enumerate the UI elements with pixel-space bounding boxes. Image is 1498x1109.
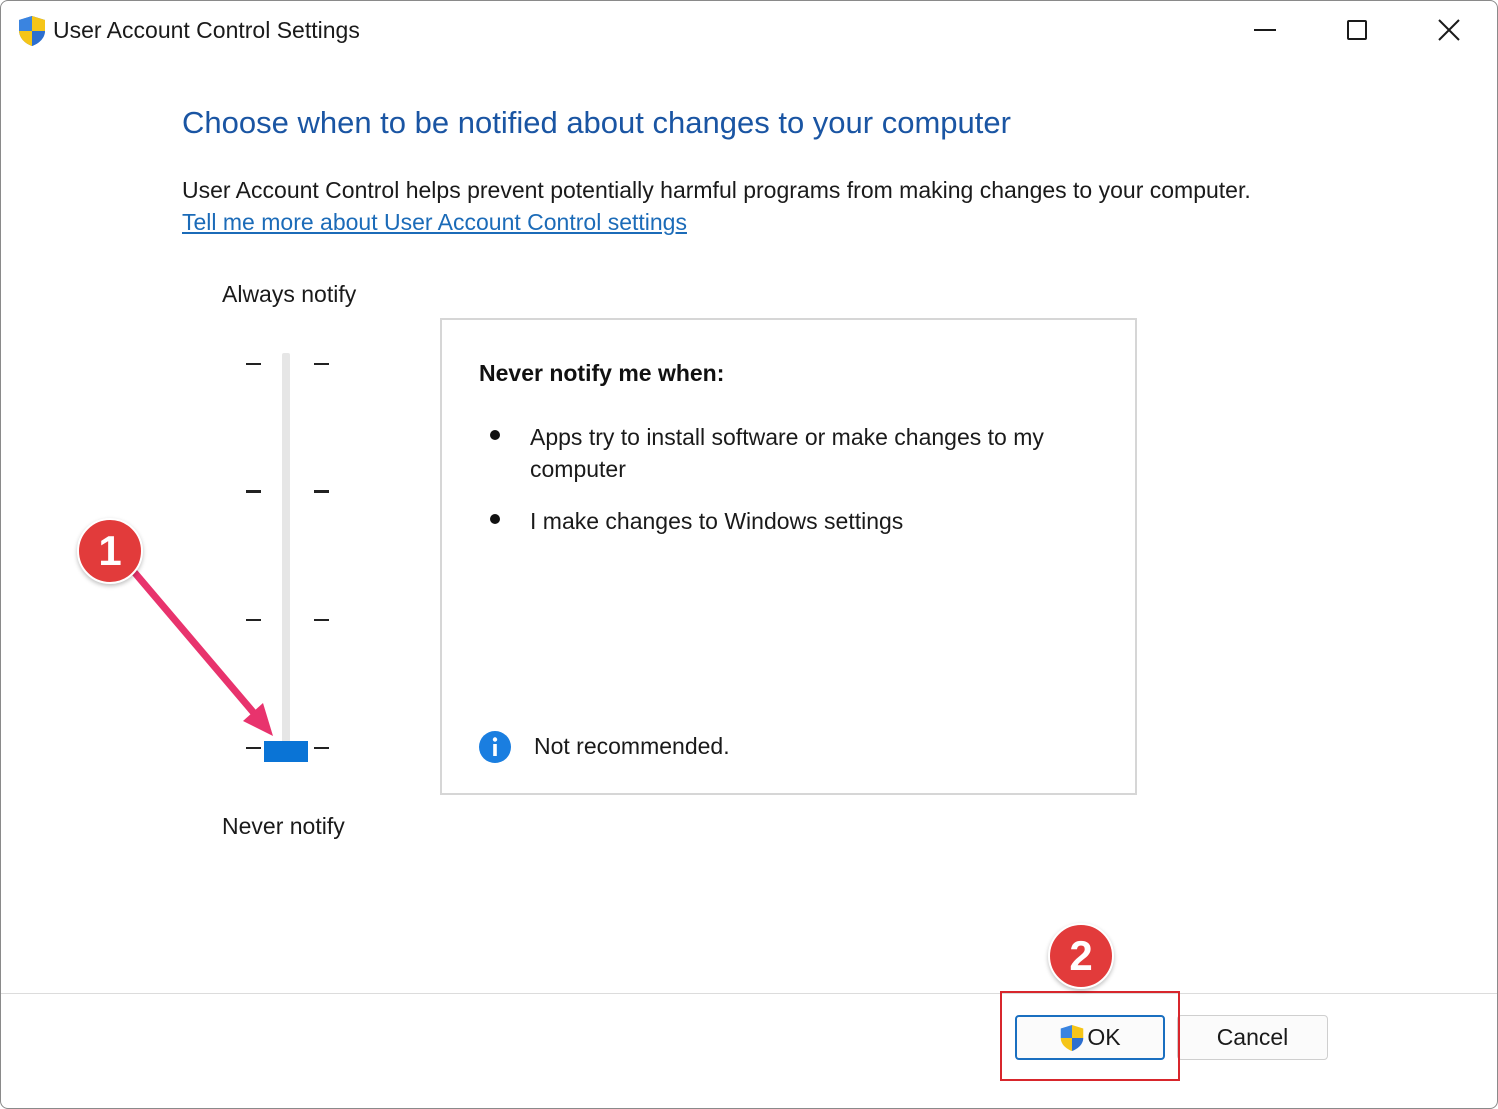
slider-track[interactable] <box>282 353 290 751</box>
page-heading: Choose when to be notified about changes… <box>182 105 1011 140</box>
slider-bottom-label: Never notify <box>222 813 345 839</box>
bullet-icon <box>490 430 500 440</box>
slider-thumb[interactable] <box>264 741 308 762</box>
slider-tick-right <box>314 619 329 621</box>
cancel-button[interactable]: Cancel <box>1177 1015 1328 1060</box>
slider-tick-right <box>314 363 329 365</box>
slider-tick-left <box>246 619 261 621</box>
maximize-icon <box>1347 20 1367 40</box>
bullet-item: Apps try to install software or make cha… <box>530 424 1044 482</box>
ok-button-label: OK <box>1087 1024 1121 1050</box>
uac-shield-icon <box>1061 1024 1084 1051</box>
uac-shield-icon <box>19 16 45 46</box>
panel-heading: Never notify me when: <box>479 360 725 386</box>
slider-tick-right <box>314 490 329 493</box>
cancel-button-label: Cancel <box>1216 1024 1289 1050</box>
minimize-icon <box>1254 29 1276 31</box>
level-description-panel: Never notify me when: Apps try to instal… <box>440 318 1137 795</box>
bullet-item: I make changes to Windows settings <box>530 508 904 534</box>
uac-help-link[interactable]: Tell me more about User Account Control … <box>182 209 687 236</box>
slider-tick-right <box>314 747 329 749</box>
footer-divider <box>1 993 1497 994</box>
bullet-icon <box>490 514 500 524</box>
maximize-button[interactable] <box>1311 1 1403 59</box>
notification-level-slider[interactable] <box>231 341 351 781</box>
recommendation-text: Not recommended. <box>534 733 730 759</box>
window-title: User Account Control Settings <box>53 17 360 43</box>
slider-tick-left <box>246 363 261 365</box>
slider-tick-left <box>246 747 261 749</box>
slider-top-label: Always notify <box>222 281 357 307</box>
uac-settings-window: User Account Control Settings Choose whe… <box>0 0 1498 1109</box>
annotation-badge-1: 1 <box>77 518 143 584</box>
description-text: User Account Control helps prevent poten… <box>182 177 1251 203</box>
slider-tick-left <box>246 490 261 493</box>
title-bar: User Account Control Settings <box>1 1 1497 63</box>
minimize-button[interactable] <box>1219 1 1311 59</box>
close-button[interactable] <box>1403 1 1495 59</box>
close-icon <box>1438 19 1460 41</box>
ok-button[interactable]: OK <box>1015 1015 1165 1060</box>
info-icon <box>479 731 511 763</box>
annotation-badge-2: 2 <box>1048 923 1114 989</box>
